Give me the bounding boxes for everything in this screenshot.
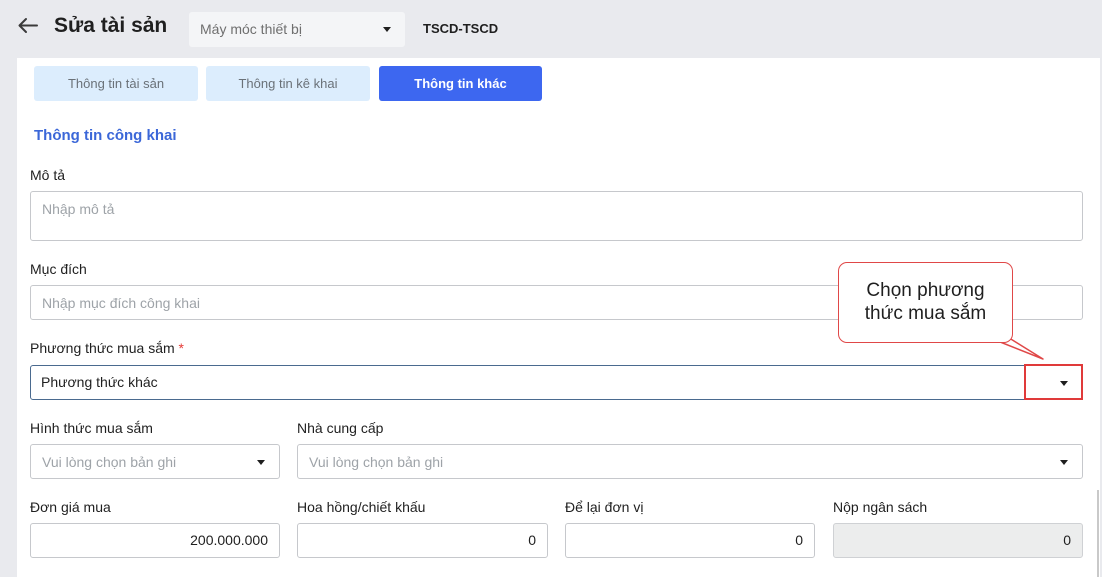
retained-label: Để lại đơn vị xyxy=(565,499,644,515)
commission-input[interactable]: 0 xyxy=(297,523,548,558)
description-placeholder: Nhập mô tả xyxy=(42,201,115,217)
section-title: Thông tin công khai xyxy=(34,127,177,144)
callout-line-2: thức mua sắm xyxy=(864,303,987,324)
caret-down-icon[interactable] xyxy=(1060,381,1068,386)
purchase-form-label: Hình thức mua sắm xyxy=(30,420,153,436)
supplier-placeholder: Vui lòng chọn bản ghi xyxy=(309,454,444,470)
purchase-method-label-text: Phương thức mua sắm xyxy=(30,340,175,356)
caret-down-icon xyxy=(1060,460,1068,465)
budget-label: Nộp ngân sách xyxy=(833,499,928,515)
retained-input[interactable]: 0 xyxy=(565,523,815,558)
purpose-label: Mục đích xyxy=(30,261,87,277)
description-label: Mô tả xyxy=(30,167,66,183)
unit-price-value: 200.000.000 xyxy=(190,532,268,548)
unit-price-label: Đơn giá mua xyxy=(30,499,111,515)
purchase-form-placeholder: Vui lòng chọn bản ghi xyxy=(42,454,177,470)
commission-value: 0 xyxy=(528,532,536,548)
back-arrow-icon[interactable] xyxy=(16,14,40,38)
tab-other-info[interactable]: Thông tin khác xyxy=(379,66,542,101)
page-header: Sửa tài sản Máy móc thiết bị TSCD-TSCD xyxy=(0,0,1102,58)
caret-down-icon xyxy=(383,27,391,32)
supplier-select[interactable]: Vui lòng chọn bản ghi xyxy=(297,444,1083,479)
callout-tooltip: Chọn phương thức mua sắm xyxy=(838,262,1013,343)
purchase-method-value: Phương thức khác xyxy=(41,374,158,390)
unit-price-input[interactable]: 200.000.000 xyxy=(30,523,280,558)
budget-value: 0 xyxy=(1063,532,1071,548)
asset-type-select[interactable]: Máy móc thiết bị xyxy=(189,12,405,47)
callout-line-1: Chọn phương xyxy=(866,280,985,301)
purchase-method-label: Phương thức mua sắm * xyxy=(30,340,184,356)
tab-declaration-info[interactable]: Thông tin kê khai xyxy=(206,66,370,101)
purpose-placeholder: Nhập mục đích công khai xyxy=(42,295,200,311)
description-textarea[interactable]: Nhập mô tả xyxy=(30,191,1083,241)
supplier-label: Nhà cung cấp xyxy=(297,420,384,436)
purchase-method-select[interactable]: Phương thức khác xyxy=(30,365,1083,400)
tab-asset-info[interactable]: Thông tin tài sản xyxy=(34,66,198,101)
scrollbar[interactable] xyxy=(1097,490,1099,577)
asset-type-value: Máy móc thiết bị xyxy=(200,21,302,37)
caret-down-icon xyxy=(257,460,265,465)
asset-code: TSCD-TSCD xyxy=(423,21,499,36)
required-mark: * xyxy=(178,340,184,356)
budget-input: 0 xyxy=(833,523,1083,558)
retained-value: 0 xyxy=(795,532,803,548)
page-title: Sửa tài sản xyxy=(54,14,168,37)
commission-label: Hoa hồng/chiết khấu xyxy=(297,499,426,515)
purchase-form-select[interactable]: Vui lòng chọn bản ghi xyxy=(30,444,280,479)
